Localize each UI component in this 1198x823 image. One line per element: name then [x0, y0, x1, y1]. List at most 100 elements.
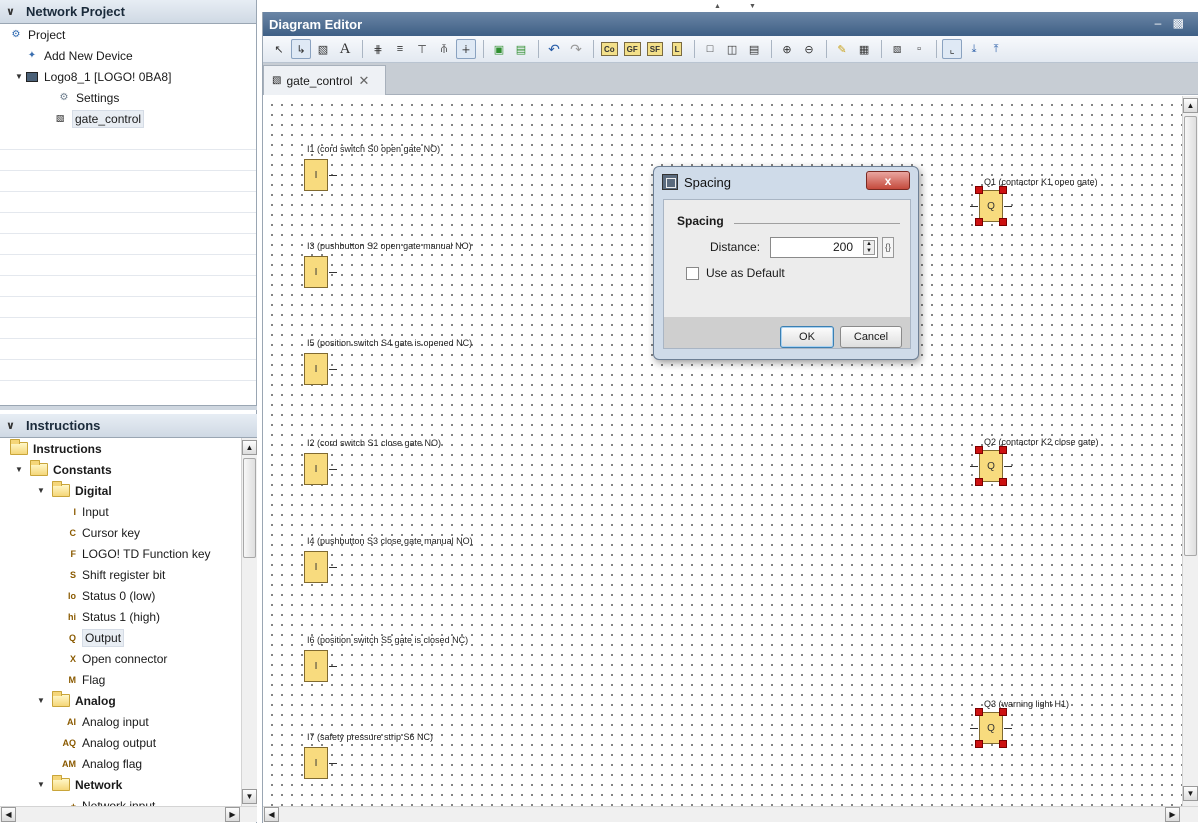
upload-icon[interactable]: ⤒: [986, 39, 1006, 59]
selection-handle[interactable]: [975, 478, 983, 486]
basic-functions-button[interactable]: GF: [622, 39, 643, 59]
instr-item-analog-output[interactable]: AQ Analog output: [0, 732, 240, 753]
zoom-in-icon[interactable]: ⊕: [777, 39, 797, 59]
grip-up-arrow-icon[interactable]: ▲: [714, 3, 721, 10]
input-block-i2[interactable]: I: [304, 453, 328, 485]
input-block-i7[interactable]: I: [304, 747, 328, 779]
route-connections-icon[interactable]: ▣: [489, 39, 509, 59]
canvas-vertical-scrollbar[interactable]: ▲ ▼: [1182, 96, 1198, 806]
tree-item-analog[interactable]: ▼ Analog: [0, 690, 240, 711]
instr-item-analog-input[interactable]: AI Analog input: [0, 711, 240, 732]
scroll-up-arrow-icon[interactable]: ▲: [1183, 98, 1198, 113]
scroll-down-arrow-icon[interactable]: ▼: [1183, 786, 1198, 801]
selection-handle[interactable]: [999, 708, 1007, 716]
expand-triangle-icon[interactable]: ▼: [36, 780, 46, 789]
spinner-arrows-icon[interactable]: ▲ ▼: [863, 240, 875, 255]
instructions-horizontal-scrollbar[interactable]: ◀ ▶: [0, 806, 257, 822]
panel-splitter[interactable]: [0, 405, 257, 410]
tree-item-project[interactable]: ⚙ Project: [0, 24, 256, 45]
spacing-icon[interactable]: ∔: [456, 39, 476, 59]
instructions-panel-header[interactable]: ∨ Instructions: [0, 414, 257, 438]
project-panel-header[interactable]: ∨ Network Project: [0, 0, 256, 24]
selection-handle[interactable]: [999, 186, 1007, 194]
single-view-icon[interactable]: □: [700, 39, 720, 59]
cancel-button[interactable]: Cancel: [840, 326, 902, 348]
online-test-icon[interactable]: ▫: [909, 39, 929, 59]
use-as-default-checkbox[interactable]: [686, 267, 699, 280]
tab-gate-control[interactable]: ▧ gate_control ✕: [263, 65, 386, 95]
special-functions-button[interactable]: SF: [645, 39, 665, 59]
scrollbar-thumb[interactable]: [243, 458, 256, 558]
distribute-horizontal-icon[interactable]: ⫚: [434, 39, 454, 59]
selection-handle[interactable]: [975, 708, 983, 716]
tree-item-digital[interactable]: ▼ Digital: [0, 480, 240, 501]
text-tool-icon[interactable]: A: [335, 39, 355, 59]
distance-spinner[interactable]: 200 ▲ ▼: [770, 237, 878, 258]
constants-button[interactable]: Co: [599, 39, 620, 59]
collapse-chevron-icon[interactable]: ∨: [6, 419, 20, 432]
instr-item-shift-register-bit[interactable]: S Shift register bit: [0, 564, 240, 585]
top-splitter-grip[interactable]: ▲ ▼: [700, 0, 770, 12]
selection-handle[interactable]: [999, 446, 1007, 454]
expand-triangle-icon[interactable]: ▼: [36, 696, 46, 705]
highlight-icon[interactable]: ✎: [832, 39, 852, 59]
expand-triangle-icon[interactable]: ▼: [14, 465, 24, 474]
split-connections-icon[interactable]: ▤: [511, 39, 531, 59]
instr-item-td-function-key[interactable]: F LOGO! TD Function key: [0, 543, 240, 564]
expand-triangle-icon[interactable]: ▼: [14, 72, 24, 81]
selection-handle[interactable]: [975, 218, 983, 226]
scroll-up-arrow-icon[interactable]: ▲: [242, 440, 257, 455]
collapse-chevron-icon[interactable]: ∨: [6, 5, 20, 18]
simulation-icon[interactable]: ▧: [887, 39, 907, 59]
align-top-icon[interactable]: ⊤: [412, 39, 432, 59]
window-controls[interactable]: – ▩: [1155, 16, 1188, 30]
redo-icon[interactable]: ↷: [566, 39, 586, 59]
align-left-icon[interactable]: ≡: [390, 39, 410, 59]
triple-view-icon[interactable]: ▤: [744, 39, 764, 59]
ladder-button[interactable]: L: [667, 39, 687, 59]
tree-item-constants[interactable]: ▼ Constants: [0, 459, 240, 480]
input-block-i6[interactable]: I: [304, 650, 328, 682]
selection-handle[interactable]: [999, 478, 1007, 486]
input-block-i3[interactable]: I: [304, 256, 328, 288]
scroll-right-arrow-icon[interactable]: ▶: [225, 807, 240, 822]
instr-item-analog-flag[interactable]: AM Analog flag: [0, 753, 240, 774]
expand-triangle-icon[interactable]: ▼: [36, 486, 46, 495]
instr-item-status-low[interactable]: lo Status 0 (low): [0, 585, 240, 606]
instructions-vertical-scrollbar[interactable]: ▲ ▼: [241, 438, 257, 807]
instr-item-open-connector[interactable]: X Open connector: [0, 648, 240, 669]
select-pointer-icon[interactable]: ↖: [269, 39, 289, 59]
input-block-i5[interactable]: I: [304, 353, 328, 385]
selection-handle[interactable]: [999, 740, 1007, 748]
link-bracket-icon[interactable]: {}: [882, 237, 894, 258]
table-icon[interactable]: ▦: [854, 39, 874, 59]
selection-handle[interactable]: [975, 186, 983, 194]
tree-item-instructions-root[interactable]: Instructions: [0, 438, 240, 459]
ok-button[interactable]: OK: [780, 326, 834, 348]
scroll-left-arrow-icon[interactable]: ◀: [1, 807, 16, 822]
undo-icon[interactable]: ↶: [544, 39, 564, 59]
split-view-icon[interactable]: ◫: [722, 39, 742, 59]
tree-item-settings[interactable]: ⚙ Settings: [0, 87, 256, 108]
connector-mode-icon[interactable]: ⌞: [942, 39, 963, 59]
block-tool-icon[interactable]: ▧: [313, 39, 333, 59]
selection-handle[interactable]: [999, 218, 1007, 226]
selection-handle[interactable]: [975, 740, 983, 748]
input-block-i1[interactable]: I: [304, 159, 328, 191]
scrollbar-thumb[interactable]: [1184, 116, 1197, 556]
tree-item-device[interactable]: ▼ Logo8_1 [LOGO! 0BA8]: [0, 66, 256, 87]
grip-down-arrow-icon[interactable]: ▼: [749, 3, 756, 10]
selection-handle[interactable]: [975, 446, 983, 454]
scroll-down-arrow-icon[interactable]: ▼: [242, 789, 257, 804]
instr-item-cursor-key[interactable]: C Cursor key: [0, 522, 240, 543]
dialog-close-button[interactable]: x: [866, 171, 910, 190]
tree-item-gate-control[interactable]: ▧ gate_control: [0, 108, 256, 129]
download-icon[interactable]: ⤓: [964, 39, 984, 59]
instr-item-flag[interactable]: M Flag: [0, 669, 240, 690]
align-vertical-icon[interactable]: ⋕: [368, 39, 388, 59]
instr-item-output[interactable]: Q Output: [0, 627, 240, 648]
canvas-horizontal-scrollbar[interactable]: ◀ ▶: [263, 806, 1198, 822]
scroll-right-arrow-icon[interactable]: ▶: [1165, 807, 1180, 822]
close-tab-icon[interactable]: ✕: [359, 73, 370, 89]
tree-item-add-new-device[interactable]: ✦ Add New Device: [0, 45, 256, 66]
